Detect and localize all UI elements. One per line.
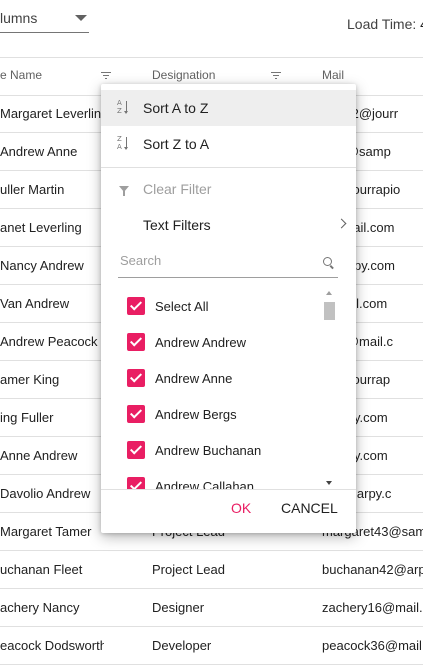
filter-icon[interactable] (271, 72, 281, 81)
sort-ascending-label: Sort A to Z (143, 100, 209, 116)
checkbox-label: Andrew Andrew (155, 335, 247, 350)
chevron-down-icon (75, 15, 87, 21)
popup-footer: OK CANCEL (101, 489, 356, 534)
scroll-down-arrow-icon[interactable] (326, 481, 332, 485)
cell-name: Margaret Leverling (0, 106, 104, 121)
filter-checkbox-list: Select All Andrew Andrew Andrew Anne Andrew… (118, 288, 322, 489)
chevron-right-icon (336, 218, 347, 229)
menu-divider (101, 167, 356, 168)
cell-name: Anne Andrew (0, 448, 78, 463)
header-name[interactable]: e Name (0, 68, 42, 82)
cell-designation: Designer (152, 600, 205, 615)
cell-designation: Developer (152, 638, 212, 653)
checkbox[interactable] (127, 477, 145, 489)
checkbox-label: Andrew Bergs (155, 407, 237, 422)
cell-name: Margaret Tamer (0, 524, 92, 539)
checkbox[interactable] (127, 333, 145, 351)
scroll-up-arrow-icon[interactable] (326, 291, 332, 295)
checkbox-label: Select All (155, 299, 209, 314)
cell-mail: buchanan42@arp (322, 562, 423, 577)
load-time-label: Load Time: (347, 16, 417, 32)
checkbox[interactable] (127, 297, 145, 315)
sort-ascending-icon: A Z (117, 100, 131, 116)
cell-name: Andrew Anne (0, 144, 78, 159)
clear-filter-item[interactable]: Clear Filter (101, 171, 356, 207)
cell-name: Andrew Peacock (0, 334, 98, 349)
checkbox[interactable] (127, 441, 145, 459)
sort-ascending-item[interactable]: A Z Sort A to Z (101, 90, 356, 126)
cell-name: anet Leverling (0, 220, 82, 235)
search-icon[interactable] (323, 257, 332, 266)
cell-name: Van Andrew (0, 296, 70, 311)
list-item[interactable]: Andrew Andrew (118, 324, 322, 360)
scrollbar-thumb[interactable] (324, 302, 335, 320)
search-input[interactable] (118, 252, 317, 269)
select-all-item[interactable]: Select All (118, 288, 322, 324)
filter-icon[interactable] (101, 72, 111, 81)
list-item[interactable]: Andrew Bergs (118, 396, 322, 432)
column-chooser-label: lumns (0, 10, 38, 26)
list-item[interactable]: Andrew Buchanan (118, 432, 322, 468)
list-scrollbar[interactable] (322, 288, 337, 489)
cell-name: uller Martin (0, 182, 65, 197)
table-row[interactable]: uchanan Fleet Project Lead buchanan42@arp (0, 551, 423, 589)
cell-mail: zachery16@mail.c (322, 600, 423, 615)
cell-name: uchanan Fleet (0, 562, 83, 577)
cell-name: achery Nancy (0, 600, 80, 615)
text-filters-item[interactable]: Text Filters (101, 207, 356, 243)
text-filters-label: Text Filters (143, 217, 211, 233)
cell-mail: peacock36@mail. (322, 638, 423, 653)
grid-toolbar: lumns Load Time: 4 (0, 0, 423, 58)
checkbox-label: Andrew Callahan (155, 479, 255, 489)
checkbox-label: Andrew Buchanan (155, 443, 262, 458)
ok-button[interactable]: OK (231, 500, 251, 516)
list-item[interactable]: Andrew Anne (118, 360, 322, 396)
sort-descending-icon: Z A (117, 136, 131, 152)
clear-filter-label: Clear Filter (143, 181, 212, 197)
checkbox[interactable] (127, 369, 145, 387)
filter-icon (119, 186, 129, 196)
checkbox-label: Andrew Anne (155, 371, 233, 386)
cell-designation: Project Lead (152, 562, 225, 577)
sort-descending-item[interactable]: Z A Sort Z to A (101, 126, 356, 162)
table-row[interactable]: achery Nancy Designer zachery16@mail.c (0, 589, 423, 627)
excel-filter-popup: A Z Sort A to Z Z A Sort Z to A Clear Fi… (101, 84, 356, 533)
cell-name: eacock Dodsworth (0, 638, 104, 653)
search-box (118, 247, 338, 278)
load-time: Load Time: 4 (347, 16, 423, 32)
checkbox[interactable] (127, 405, 145, 423)
cell-name: amer King (0, 372, 60, 387)
sort-descending-label: Sort Z to A (143, 136, 210, 152)
cell-name: ing Fuller (0, 410, 54, 425)
cancel-button[interactable]: CANCEL (281, 500, 338, 516)
header-mail[interactable]: Mail (322, 68, 344, 82)
list-item[interactable]: Andrew Callahan (118, 468, 322, 489)
cell-name: Davolio Andrew (0, 486, 91, 501)
table-row[interactable]: eacock Dodsworth Developer peacock36@mail. (0, 627, 423, 665)
header-designation[interactable]: Designation (152, 68, 215, 82)
cell-name: Nancy Andrew (0, 258, 84, 273)
column-chooser-dropdown[interactable]: lumns (0, 6, 89, 33)
